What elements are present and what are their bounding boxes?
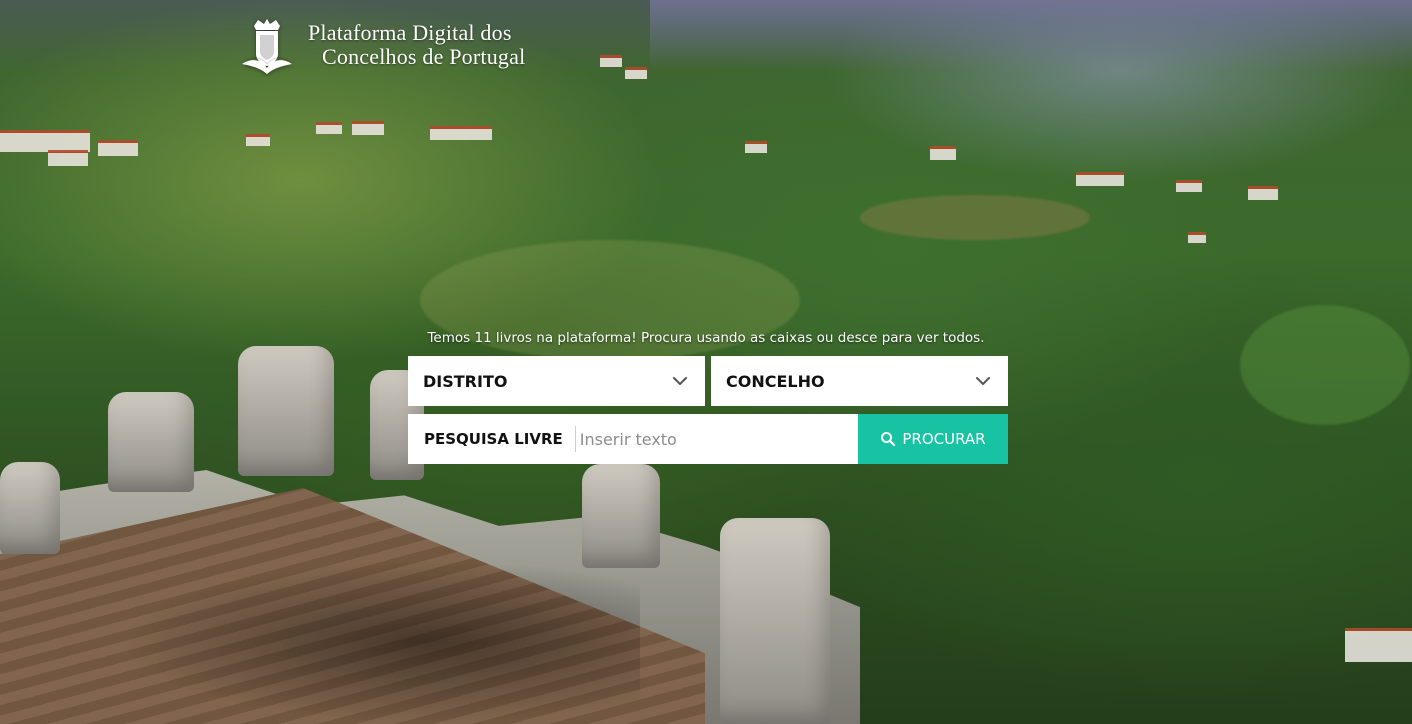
sky-haze <box>650 0 1412 70</box>
deck-shadow <box>120 560 640 724</box>
castle-merlon <box>720 518 830 724</box>
site-title: Plataforma Digital dos Concelhos de Port… <box>308 21 525 69</box>
search-icon <box>880 431 896 447</box>
castle-merlon <box>582 464 660 568</box>
house <box>745 141 767 153</box>
house <box>98 140 138 156</box>
house <box>352 121 384 135</box>
house <box>625 67 647 79</box>
house <box>1176 180 1202 192</box>
crest-shield-icon <box>236 14 298 76</box>
search-input[interactable] <box>575 414 858 464</box>
house <box>0 130 90 152</box>
scenic-field <box>1240 305 1410 425</box>
house <box>316 122 342 134</box>
search-button-label: PROCURAR <box>902 430 986 448</box>
castle-merlon <box>108 392 194 492</box>
castle-merlon <box>238 346 334 476</box>
house <box>1248 186 1278 200</box>
house <box>1345 628 1412 662</box>
free-search-bar: PESQUISA LIVRE PROCURAR <box>408 414 1008 464</box>
site-logo[interactable]: Plataforma Digital dos Concelhos de Port… <box>236 14 525 76</box>
council-select[interactable]: CONCELHO <box>711 356 1008 406</box>
hero-tagline: Temos 11 livros na plataforma! Procura u… <box>427 330 985 346</box>
house <box>1076 172 1124 186</box>
house <box>1188 232 1206 243</box>
free-search-label: PESQUISA LIVRE <box>424 430 563 448</box>
site-title-line2: Concelhos de Portugal <box>322 44 526 69</box>
house <box>246 134 270 146</box>
house <box>930 146 956 160</box>
chevron-down-icon <box>669 370 691 392</box>
site-title-line1: Plataforma Digital dos <box>308 20 512 45</box>
search-button[interactable]: PROCURAR <box>858 414 1008 464</box>
council-select-label: CONCELHO <box>726 371 825 391</box>
chevron-down-icon <box>972 370 994 392</box>
castle-merlon <box>0 462 60 554</box>
district-select[interactable]: DISTRITO <box>408 356 705 406</box>
hero-background: Plataforma Digital dos Concelhos de Port… <box>0 0 1412 724</box>
district-select-label: DISTRITO <box>423 371 508 391</box>
house <box>600 55 622 67</box>
house <box>48 150 88 166</box>
scenic-field <box>860 195 1090 240</box>
house <box>430 126 492 140</box>
